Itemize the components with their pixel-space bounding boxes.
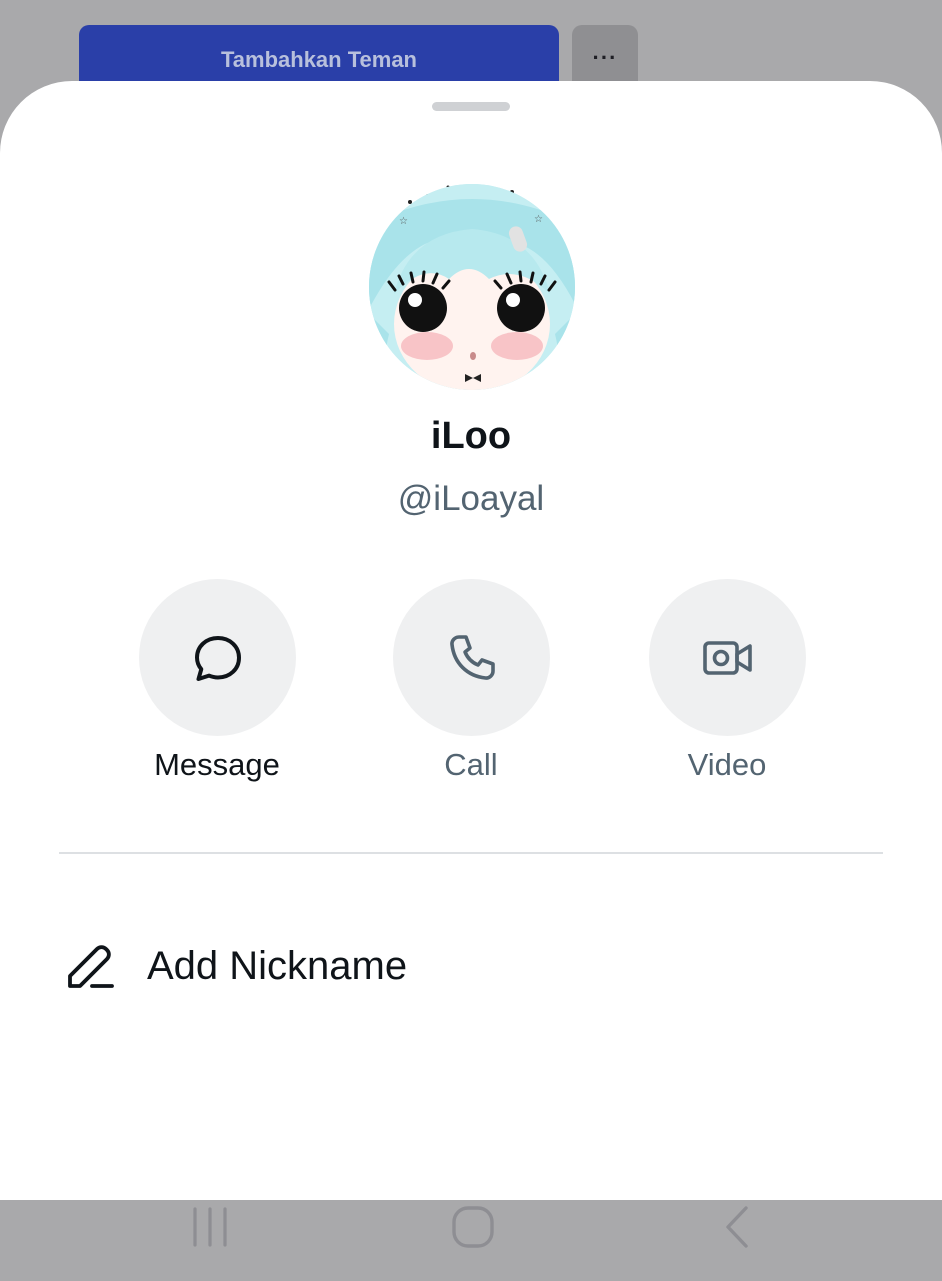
home-icon (452, 1206, 494, 1248)
svg-text:☆: ☆ (399, 216, 408, 227)
add-nickname-item[interactable]: Add Nickname (62, 911, 762, 1021)
profile-handle: @iLoayal (397, 479, 545, 518)
section-divider (59, 852, 883, 854)
video-action[interactable]: Video (617, 579, 837, 789)
video-label: Video (687, 747, 767, 782)
phone-icon (449, 634, 495, 680)
recents-icon (193, 1207, 227, 1247)
recents-button[interactable] (170, 1199, 250, 1255)
sheet-drag-handle[interactable] (432, 102, 510, 111)
more-dots-icon: ··· (592, 45, 618, 70)
profile-display-name: iLoo (430, 415, 512, 457)
message-label: Message (154, 747, 280, 782)
video-camera-icon (702, 640, 752, 675)
profile-avatar[interactable]: ☆ ☆ (369, 184, 575, 390)
system-navigation-bar (0, 1171, 942, 1281)
profile-bottom-sheet: ☆ ☆ iLoo @iLoayal Message Call Video Add… (0, 81, 942, 1248)
add-friend-label: Tambahkan Teman (220, 47, 417, 73)
video-button[interactable] (649, 579, 806, 736)
add-nickname-label: Add Nickname (147, 944, 408, 988)
message-button[interactable] (139, 579, 296, 736)
call-label: Call (444, 747, 498, 782)
avatar-image: ☆ ☆ (369, 184, 575, 390)
call-action[interactable]: Call (361, 579, 581, 789)
call-button[interactable] (393, 579, 550, 736)
back-button[interactable] (698, 1199, 778, 1255)
chat-bubble-icon (194, 635, 241, 681)
pencil-icon (68, 945, 114, 988)
svg-text:☆: ☆ (534, 214, 543, 225)
home-button[interactable] (433, 1199, 513, 1255)
back-icon (726, 1206, 748, 1248)
message-action[interactable]: Message (107, 579, 327, 789)
